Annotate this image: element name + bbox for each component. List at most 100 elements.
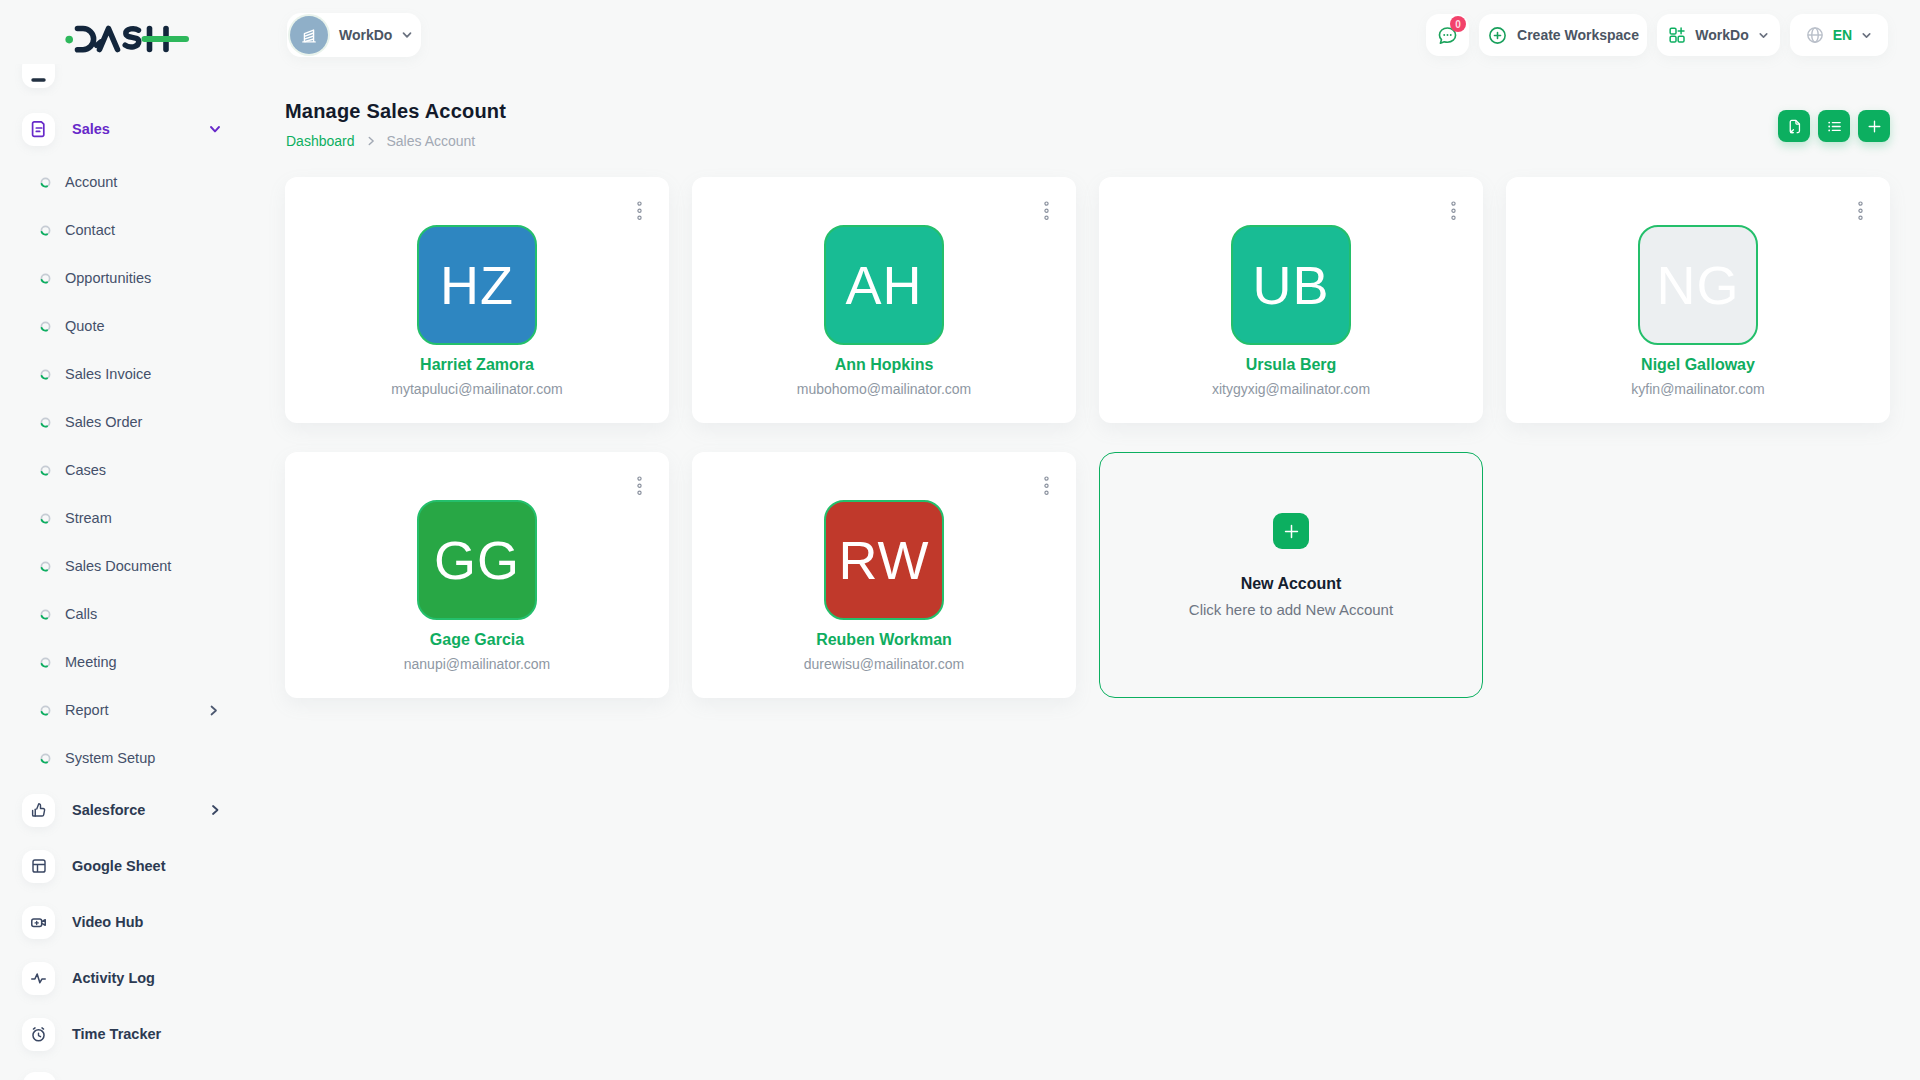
submenu-dot-icon — [40, 177, 51, 188]
account-name[interactable]: Gage Garcia — [285, 631, 669, 649]
sidebar-item-label: Time Tracker — [72, 1026, 161, 1042]
submenu-dot-icon — [40, 657, 51, 668]
sidebar-item-label: Quote — [65, 318, 105, 334]
sidebar: Sales Account Contact Opportunities Quot… — [0, 0, 280, 1080]
building-icon — [298, 24, 320, 46]
chevron-down-icon — [208, 122, 222, 136]
sales-group-icon-box — [22, 113, 55, 146]
sidebar-item-sales-invoice[interactable]: Sales Invoice — [0, 350, 280, 398]
list-view-button[interactable] — [1818, 110, 1850, 142]
sidebar-item-label: Contact — [65, 222, 115, 238]
sidebar-item-label: Report — [65, 702, 109, 718]
messages-badge: 0 — [1450, 16, 1466, 32]
add-account-button[interactable] — [1858, 110, 1890, 142]
sidebar-item-stream[interactable]: Stream — [0, 494, 280, 542]
account-name[interactable]: Harriet Zamora — [285, 356, 669, 374]
sidebar-item-label: Google Sheet — [72, 858, 165, 874]
sidebar-item-contact[interactable]: Contact — [0, 206, 280, 254]
language-button[interactable]: EN — [1790, 14, 1888, 56]
sidebar-item-report[interactable]: Report — [0, 686, 280, 734]
messages-button[interactable]: 0 — [1426, 14, 1469, 56]
account-card-reuben-workman: RW Reuben Workman durewisu@mailinator.co… — [692, 452, 1076, 698]
table-grid-icon — [30, 857, 48, 875]
sidebar-item-calls[interactable]: Calls — [0, 590, 280, 638]
export-button[interactable] — [1778, 110, 1810, 142]
new-account-plus-button[interactable] — [1273, 513, 1309, 549]
account-name[interactable]: Ann Hopkins — [692, 356, 1076, 374]
sidebar-item-label: Video Hub — [72, 914, 143, 930]
sidebar-item-label: Calls — [65, 606, 97, 622]
sidebar-item-google-sheet[interactable]: Google Sheet — [0, 838, 280, 894]
sidebar-item-system-setup[interactable]: System Setup — [0, 734, 280, 782]
submenu-dot-icon — [40, 513, 51, 524]
accounts-grid: HZ Harriet Zamora mytapuluci@mailinator.… — [285, 177, 1890, 698]
account-email: kyfin@mailinator.com — [1506, 381, 1890, 397]
card-menu-button[interactable] — [1449, 199, 1458, 223]
sidebar-item-meeting[interactable]: Meeting — [0, 638, 280, 686]
account-email: durewisu@mailinator.com — [692, 656, 1076, 672]
chevron-down-icon — [1757, 29, 1770, 42]
account-email: mytapuluci@mailinator.com — [285, 381, 669, 397]
card-menu-button[interactable] — [1042, 474, 1051, 498]
breadcrumb-dashboard-link[interactable]: Dashboard — [286, 133, 355, 149]
account-avatar: HZ — [417, 225, 537, 345]
sidebar-item-quote[interactable]: Quote — [0, 302, 280, 350]
avatar-initials: NG — [1657, 254, 1740, 316]
workspace-name: WorkDo — [339, 27, 392, 43]
sidebar-item-label: Stream — [65, 510, 112, 526]
sidebar-item-sales-document[interactable]: Sales Document — [0, 542, 280, 590]
sidebar-item-partial-top[interactable] — [22, 64, 55, 88]
account-card-harriet-zamora: HZ Harriet Zamora mytapuluci@mailinator.… — [285, 177, 669, 423]
sidebar-item-video-hub[interactable]: Video Hub — [0, 894, 280, 950]
sidebar-item-cases[interactable]: Cases — [0, 446, 280, 494]
new-account-subtitle: Click here to add New Account — [1100, 601, 1482, 618]
sidebar-group-label: Sales — [72, 121, 110, 137]
workspace-avatar — [290, 16, 328, 54]
create-workspace-button[interactable]: Create Workspace — [1479, 14, 1647, 56]
submenu-dot-icon — [40, 561, 51, 572]
sidebar-item-activity-log[interactable]: Activity Log — [0, 950, 280, 1006]
card-menu-button[interactable] — [635, 199, 644, 223]
sidebar-item-label: Salesforce — [72, 802, 145, 818]
video-hub-icon-box — [22, 906, 55, 939]
sidebar-item-sales-order[interactable]: Sales Order — [0, 398, 280, 446]
account-card-ann-hopkins: AH Ann Hopkins mubohomo@mailinator.com — [692, 177, 1076, 423]
breadcrumb: Dashboard Sales Account — [286, 133, 475, 149]
sidebar-item-partial-bottom[interactable] — [23, 1072, 56, 1080]
kebab-menu-icon — [1451, 201, 1456, 221]
sidebar-group-sales[interactable]: Sales — [0, 112, 280, 146]
dash-logo[interactable] — [65, 24, 190, 54]
sidebar-item-time-tracker[interactable]: Time Tracker — [0, 1006, 280, 1062]
account-name[interactable]: Ursula Berg — [1099, 356, 1483, 374]
card-menu-button[interactable] — [1042, 199, 1051, 223]
workspace-switcher[interactable]: WorkDo — [287, 13, 421, 57]
sidebar-item-label: Sales Order — [65, 414, 142, 430]
sidebar-item-account[interactable]: Account — [0, 158, 280, 206]
submenu-dot-icon — [40, 273, 51, 284]
sidebar-item-label: Cases — [65, 462, 106, 478]
page-title: Manage Sales Account — [285, 100, 506, 123]
sidebar-item-opportunities[interactable]: Opportunities — [0, 254, 280, 302]
sidebar-item-label: Sales Document — [65, 558, 171, 574]
app-switcher-label: WorkDo — [1695, 27, 1748, 43]
logo-green-dot — [65, 36, 73, 44]
new-account-card[interactable]: New Account Click here to add New Accoun… — [1099, 452, 1483, 698]
account-name[interactable]: Nigel Galloway — [1506, 356, 1890, 374]
submenu-dot-icon — [40, 465, 51, 476]
card-menu-button[interactable] — [635, 474, 644, 498]
avatar-initials: GG — [434, 529, 520, 591]
chevron-down-icon — [1860, 29, 1873, 42]
avatar-initials: HZ — [440, 254, 514, 316]
sidebar-item-salesforce[interactable]: Salesforce — [0, 782, 280, 838]
account-avatar: AH — [824, 225, 944, 345]
account-name[interactable]: Reuben Workman — [692, 631, 1076, 649]
alarm-clock-icon — [29, 1025, 48, 1044]
apps-grid-icon — [1667, 25, 1687, 45]
submenu-dot-icon — [40, 321, 51, 332]
sidebar-item-label: Meeting — [65, 654, 117, 670]
activity-log-icon-box — [22, 962, 55, 995]
card-menu-button[interactable] — [1856, 199, 1865, 223]
app-switcher-button[interactable]: WorkDo — [1657, 14, 1780, 56]
chevron-down-icon — [400, 28, 414, 42]
kebab-menu-icon — [637, 476, 642, 496]
